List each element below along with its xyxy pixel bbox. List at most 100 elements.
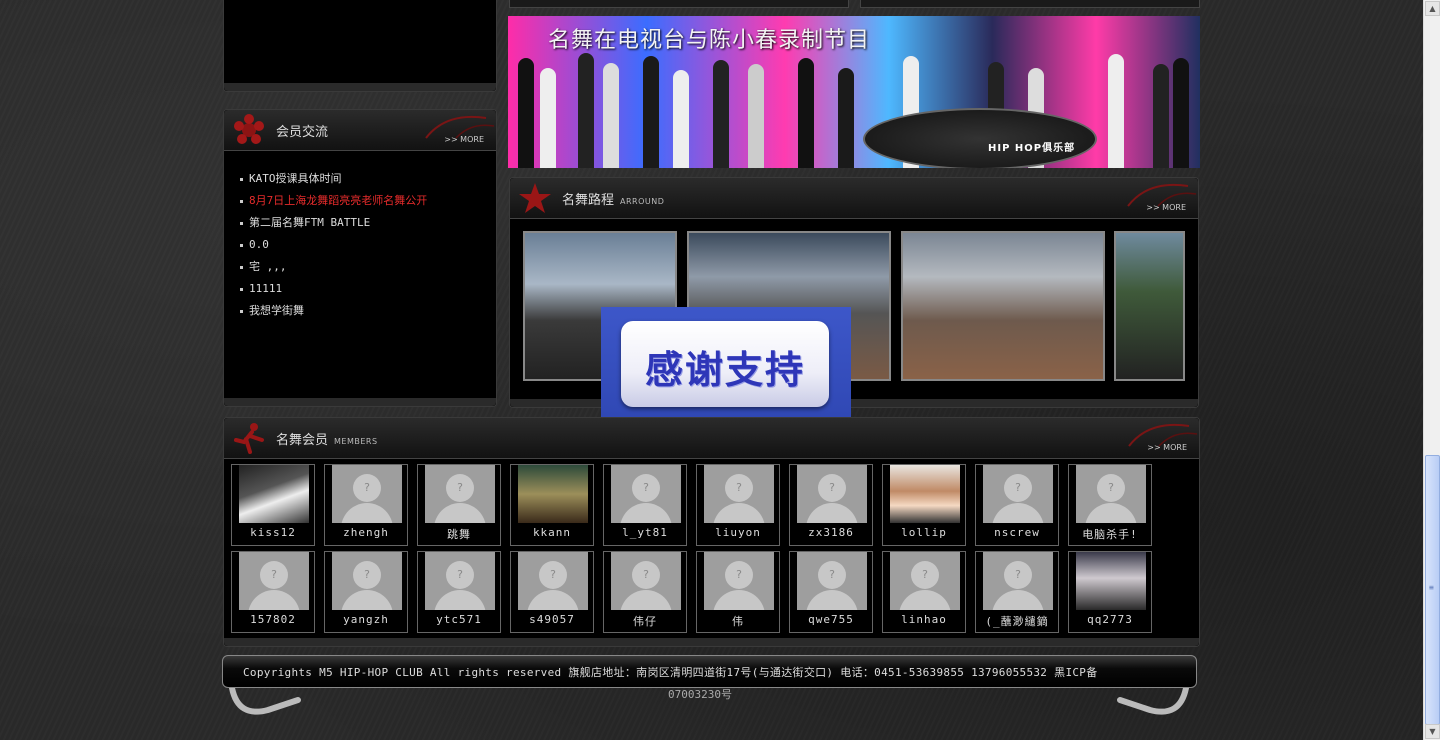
question-mark-icon: ? <box>271 568 277 581</box>
member-card[interactable]: ? 跳舞 <box>417 464 501 546</box>
topic-item-hot[interactable]: 8月7日上海龙舞蹈亮亮老师名舞公开 <box>240 190 427 212</box>
member-avatar[interactable]: ? <box>1076 465 1146 523</box>
topic-text[interactable]: 第二届名舞FTM BATTLE <box>249 216 370 229</box>
member-name[interactable]: zx3186 <box>790 526 872 539</box>
topic-item[interactable]: 第二届名舞FTM BATTLE <box>240 212 427 234</box>
member-name[interactable]: qq2773 <box>1069 613 1151 626</box>
member-name[interactable]: (_蘸渺繾鏑 <box>976 613 1058 629</box>
panel-header: 名舞会员 MEMBERS >> MORE <box>224 418 1199 459</box>
member-name[interactable]: zhengh <box>325 526 407 539</box>
member-name[interactable]: liuyon <box>697 526 779 539</box>
member-name[interactable]: 157802 <box>232 613 314 626</box>
topic-item[interactable]: 11111 <box>240 278 427 300</box>
thanks-popup[interactable]: 感谢支持 <box>601 307 851 425</box>
panel-title: 会员交流 <box>276 125 329 140</box>
member-name[interactable]: kkann <box>511 526 593 539</box>
bullet-icon <box>240 177 243 181</box>
member-card[interactable]: ? (_蘸渺繾鏑 <box>975 551 1059 633</box>
member-name[interactable]: qwe755 <box>790 613 872 626</box>
more-link[interactable]: >> MORE <box>1147 443 1187 452</box>
member-card[interactable]: ? ytc571 <box>417 551 501 633</box>
topic-text[interactable]: 宅 ,,, <box>249 260 287 273</box>
topic-text[interactable]: 8月7日上海龙舞蹈亮亮老师名舞公开 <box>249 194 427 207</box>
member-name[interactable]: nscrew <box>976 526 1058 539</box>
member-avatar[interactable]: ? <box>518 552 588 610</box>
member-avatar[interactable]: ? <box>239 552 309 610</box>
member-card[interactable]: ? s49057 <box>510 551 594 633</box>
member-card[interactable]: ? l_yt81 <box>603 464 687 546</box>
member-name[interactable]: l_yt81 <box>604 526 686 539</box>
member-card[interactable]: ? 157802 <box>231 551 315 633</box>
avatar-placeholder-body <box>341 590 393 610</box>
member-avatar[interactable]: ? <box>611 552 681 610</box>
tv-show-banner[interactable]: HIP HOP俱乐部 名舞在电视台与陈小春录制节目 <box>508 16 1200 168</box>
member-avatar[interactable]: ? <box>704 465 774 523</box>
question-mark-icon: ? <box>643 481 649 494</box>
scroll-thumb[interactable]: ≡ <box>1425 455 1440 725</box>
member-card[interactable]: ? nscrew <box>975 464 1059 546</box>
member-avatar[interactable]: ? <box>797 465 867 523</box>
journey-photo[interactable] <box>901 231 1105 381</box>
dancer-figure <box>798 58 814 168</box>
topic-text[interactable]: 11111 <box>249 282 282 295</box>
dancer-silhouette-icon <box>234 423 264 454</box>
member-avatar[interactable]: ? <box>983 465 1053 523</box>
topic-item[interactable]: 宅 ,,, <box>240 256 427 278</box>
more-link[interactable]: >> MORE <box>444 135 484 144</box>
member-name[interactable]: linhao <box>883 613 965 626</box>
member-avatar[interactable]: ? <box>332 465 402 523</box>
footer-left-leg-ornament <box>229 688 301 715</box>
topic-text[interactable]: 0.0 <box>249 238 269 251</box>
member-avatar[interactable] <box>1076 552 1146 610</box>
member-name[interactable]: ytc571 <box>418 613 500 626</box>
member-avatar[interactable] <box>239 465 309 523</box>
vertical-scrollbar[interactable]: ▲ ≡ ▼ <box>1423 0 1440 740</box>
member-card[interactable]: ? qwe755 <box>789 551 873 633</box>
member-avatar[interactable]: ? <box>425 552 495 610</box>
member-card[interactable]: ? 伟仔 <box>603 551 687 633</box>
member-avatar[interactable]: ? <box>425 465 495 523</box>
member-card[interactable]: qq2773 <box>1068 551 1152 633</box>
member-avatar[interactable]: ? <box>611 465 681 523</box>
member-avatar[interactable] <box>518 465 588 523</box>
member-avatar[interactable]: ? <box>332 552 402 610</box>
more-link[interactable]: >> MORE <box>1146 203 1186 212</box>
thanks-popup-button[interactable]: 感谢支持 <box>621 321 829 407</box>
member-avatar[interactable]: ? <box>704 552 774 610</box>
journey-photo[interactable] <box>1114 231 1185 381</box>
member-name[interactable]: 伟 <box>697 613 779 629</box>
member-name[interactable]: yangzh <box>325 613 407 626</box>
member-card[interactable]: ? 电脑杀手! <box>1068 464 1152 546</box>
member-card[interactable]: ? liuyon <box>696 464 780 546</box>
member-card[interactable]: ? zx3186 <box>789 464 873 546</box>
member-card[interactable]: ? 伟 <box>696 551 780 633</box>
member-avatar[interactable]: ? <box>983 552 1053 610</box>
site-footer: Copyrights M5 HIP-HOP CLUB All rights re… <box>222 655 1197 688</box>
topic-item[interactable]: KATO授课具体时间 <box>240 168 427 190</box>
member-name[interactable]: kiss12 <box>232 526 314 539</box>
member-name[interactable]: 伟仔 <box>604 613 686 629</box>
topic-item[interactable]: 我想学街舞 <box>240 300 427 322</box>
scroll-down-button[interactable]: ▼ <box>1425 724 1440 739</box>
member-card[interactable]: kiss12 <box>231 464 315 546</box>
member-avatar[interactable] <box>890 465 960 523</box>
member-card[interactable]: lollip <box>882 464 966 546</box>
topic-text[interactable]: 我想学街舞 <box>249 304 304 317</box>
member-name[interactable]: 跳舞 <box>418 526 500 542</box>
question-mark-icon: ? <box>457 568 463 581</box>
bullet-icon <box>240 199 243 203</box>
topic-text[interactable]: KATO授课具体时间 <box>249 172 342 185</box>
thanks-text: 感谢支持 <box>644 348 805 392</box>
topic-item[interactable]: 0.0 <box>240 234 427 256</box>
scroll-up-button[interactable]: ▲ <box>1425 1 1440 16</box>
member-name[interactable]: lollip <box>883 526 965 539</box>
member-card[interactable]: kkann <box>510 464 594 546</box>
member-avatar[interactable]: ? <box>890 552 960 610</box>
member-card[interactable]: ? linhao <box>882 551 966 633</box>
question-mark-icon: ? <box>736 481 742 494</box>
member-name[interactable]: 电脑杀手! <box>1069 526 1151 542</box>
member-card[interactable]: ? zhengh <box>324 464 408 546</box>
member-card[interactable]: ? yangzh <box>324 551 408 633</box>
member-avatar[interactable]: ? <box>797 552 867 610</box>
member-name[interactable]: s49057 <box>511 613 593 626</box>
